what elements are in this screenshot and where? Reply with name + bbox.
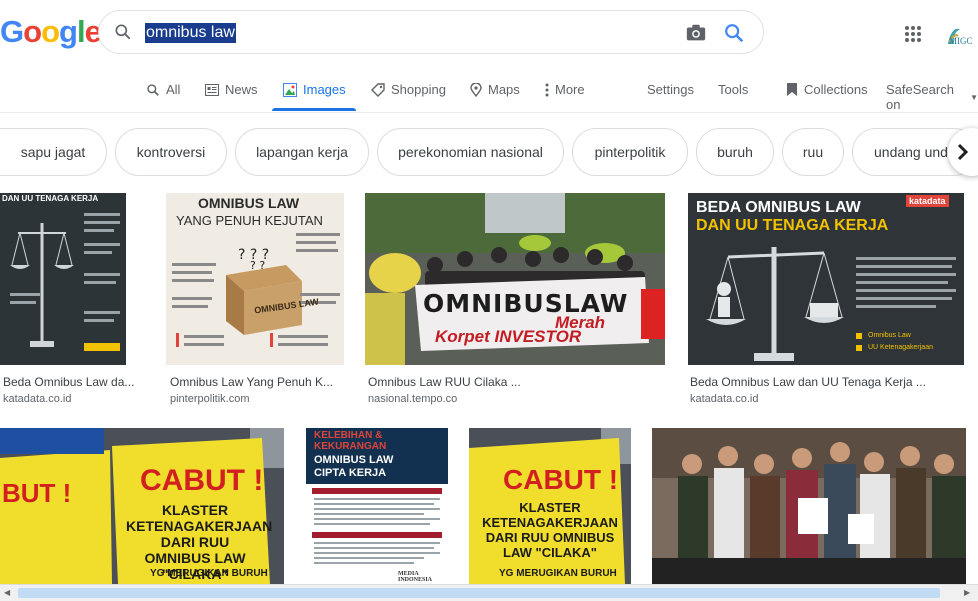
chip[interactable]: perekonomian nasional bbox=[377, 128, 564, 176]
active-tab-indicator bbox=[272, 108, 356, 111]
search-icon bbox=[113, 22, 133, 47]
image-result[interactable]: OMNIBUS LAW YANG PENUH KEJUTAN ? ? ? ? ?… bbox=[166, 193, 344, 408]
map-pin-icon bbox=[470, 82, 482, 97]
image-result[interactable]: BUT ! CABUT ! KLASTER KETENAGAKERJAAN DA… bbox=[0, 428, 284, 584]
search-input[interactable]: omnibus law bbox=[145, 23, 236, 43]
infographic-body bbox=[312, 488, 442, 564]
logo-letter: G bbox=[0, 14, 24, 49]
image-result[interactable]: OMNIBUSLAW Merah Korpet INVESTOR Omnibus… bbox=[365, 193, 665, 408]
apps-grid-icon[interactable] bbox=[904, 25, 922, 48]
tools-link[interactable]: Tools bbox=[718, 82, 748, 97]
sign-text: CABUT ! bbox=[503, 464, 619, 495]
chevron-right-icon bbox=[957, 143, 969, 161]
chip[interactable]: ruu bbox=[782, 128, 844, 176]
result-title[interactable]: Beda Omnibus Law da... bbox=[3, 375, 134, 389]
logo-letter: g bbox=[59, 14, 78, 49]
tab-all[interactable]: All bbox=[146, 82, 180, 97]
scrollbar-thumb[interactable] bbox=[18, 588, 940, 598]
result-thumbnail[interactable]: OMNIBUSLAW Merah Korpet INVESTOR bbox=[365, 193, 665, 365]
tab-more[interactable]: More bbox=[545, 82, 585, 97]
tab-label: All bbox=[166, 82, 181, 97]
image-result[interactable]: CABUT ! KLASTER KETENAGAKERJAAN DARI RUU… bbox=[469, 428, 631, 584]
tab-label: News bbox=[225, 82, 258, 97]
result-thumbnail[interactable]: DAN UU TENAGA KERJA bbox=[0, 193, 126, 365]
image-result[interactable]: DAN UU TENAGA KERJA Beda Omnibus Law da.… bbox=[0, 193, 145, 408]
svg-text:? ?: ? ? bbox=[250, 259, 265, 272]
image-result[interactable] bbox=[652, 428, 966, 584]
group-photo bbox=[652, 428, 966, 584]
settings-link[interactable]: Settings bbox=[647, 82, 694, 97]
collections-link[interactable]: Collections bbox=[786, 82, 868, 97]
result-thumbnail[interactable]: CABUT ! KLASTER KETENAGAKERJAAN DARI RUU… bbox=[469, 428, 631, 584]
bookmark-icon bbox=[787, 83, 797, 96]
account-avatar[interactable]: MIGC bbox=[944, 18, 978, 50]
result-source[interactable]: nasional.tempo.co bbox=[368, 393, 457, 405]
result-source[interactable]: katadata.co.id bbox=[3, 393, 72, 405]
tab-label: Images bbox=[303, 82, 346, 97]
search-tabs: All News Images Shopping Maps More Setti… bbox=[0, 74, 978, 113]
images-icon bbox=[283, 82, 297, 97]
chip[interactable]: buruh bbox=[696, 128, 774, 176]
thumbnail-caption: UU Ketenagakerjaan bbox=[868, 344, 933, 351]
tab-label: Maps bbox=[488, 82, 520, 97]
horizontal-scrollbar[interactable]: ◀ ▶ bbox=[0, 584, 978, 601]
chip[interactable]: pinterpolitik bbox=[572, 128, 688, 176]
chip[interactable]: kontroversi bbox=[115, 128, 227, 176]
tab-images[interactable]: Images bbox=[283, 82, 346, 97]
safesearch-toggle[interactable]: SafeSearch on ▼ bbox=[886, 82, 978, 112]
tab-shopping[interactable]: Shopping bbox=[371, 82, 446, 97]
sign-text: YG MERUGIKAN BURUH bbox=[499, 568, 617, 579]
scroll-left-icon[interactable]: ◀ bbox=[4, 588, 10, 597]
search-submit-icon[interactable] bbox=[723, 22, 745, 49]
result-thumbnail[interactable] bbox=[652, 428, 966, 584]
tab-maps[interactable]: Maps bbox=[470, 82, 520, 97]
tab-label: Tools bbox=[718, 82, 749, 97]
sign-text: BUT ! bbox=[2, 478, 72, 508]
box-illustration: ? ? ? ? ? bbox=[172, 233, 340, 347]
result-title[interactable]: Omnibus Law Yang Penuh K... bbox=[170, 375, 333, 389]
tab-news[interactable]: News bbox=[205, 82, 258, 97]
image-result[interactable]: BEDA OMNIBUS LAW DAN UU TENAGA KERJA kat… bbox=[688, 193, 964, 408]
google-logo[interactable]: Google bbox=[0, 14, 102, 50]
search-icon bbox=[147, 83, 159, 96]
result-title[interactable]: Beda Omnibus Law dan UU Tenaga Kerja ... bbox=[690, 375, 926, 389]
result-title[interactable]: Omnibus Law RUU Cilaka ... bbox=[368, 375, 521, 389]
result-source[interactable]: katadata.co.id bbox=[690, 393, 759, 405]
logo-letter: o bbox=[41, 14, 60, 49]
chip[interactable]: sapu jagat bbox=[0, 128, 107, 176]
result-thumbnail[interactable]: BUT ! CABUT ! KLASTER KETENAGAKERJAAN DA… bbox=[0, 428, 284, 584]
camera-icon[interactable] bbox=[685, 22, 707, 49]
dropdown-arrow-icon: ▼ bbox=[970, 92, 978, 102]
chip[interactable]: lapangan kerja bbox=[235, 128, 369, 176]
tab-label: Settings bbox=[647, 82, 694, 97]
tab-label: Collections bbox=[804, 82, 868, 97]
result-source[interactable]: pinterpolitik.com bbox=[170, 393, 249, 405]
related-chips: sapu jagat kontroversi lapangan kerja pe… bbox=[0, 128, 978, 176]
news-icon bbox=[205, 83, 219, 96]
scroll-right-icon[interactable]: ▶ bbox=[964, 588, 970, 597]
logo-letter: l bbox=[76, 14, 86, 49]
tab-label: SafeSearch on bbox=[886, 82, 954, 112]
avatar-text: MIGC bbox=[949, 36, 973, 46]
sign-text: KLASTER KETENAGAKERJAAN DARI RUU OMNIBUS… bbox=[482, 500, 618, 560]
scale-illustration bbox=[706, 247, 956, 361]
sign-text: YG MERUGIKAN BURUH bbox=[150, 568, 268, 579]
tab-label: More bbox=[555, 82, 585, 97]
result-thumbnail[interactable]: KELEBIHAN & KEKURANGAN OMNIBUS LAW CIPTA… bbox=[306, 428, 448, 584]
sign-text: CABUT ! bbox=[140, 464, 264, 497]
tag-icon bbox=[371, 82, 385, 97]
search-box[interactable]: omnibus law bbox=[98, 10, 764, 54]
more-vert-icon bbox=[545, 83, 549, 96]
thumbnail-caption: Omnibus Law bbox=[868, 332, 911, 339]
logo-letter: o bbox=[23, 14, 42, 49]
scale-illustration bbox=[10, 213, 120, 351]
image-result[interactable]: KELEBIHAN & KEKURANGAN OMNIBUS LAW CIPTA… bbox=[306, 428, 448, 584]
tab-label: Shopping bbox=[391, 82, 446, 97]
banner-text: Korpet INVESTOR bbox=[435, 327, 582, 346]
result-thumbnail[interactable]: OMNIBUS LAW YANG PENUH KEJUTAN ? ? ? ? ?… bbox=[166, 193, 344, 365]
brand-logo: MEDIA INDONESIA bbox=[398, 571, 433, 583]
result-thumbnail[interactable]: BEDA OMNIBUS LAW DAN UU TENAGA KERJA kat… bbox=[688, 193, 964, 365]
